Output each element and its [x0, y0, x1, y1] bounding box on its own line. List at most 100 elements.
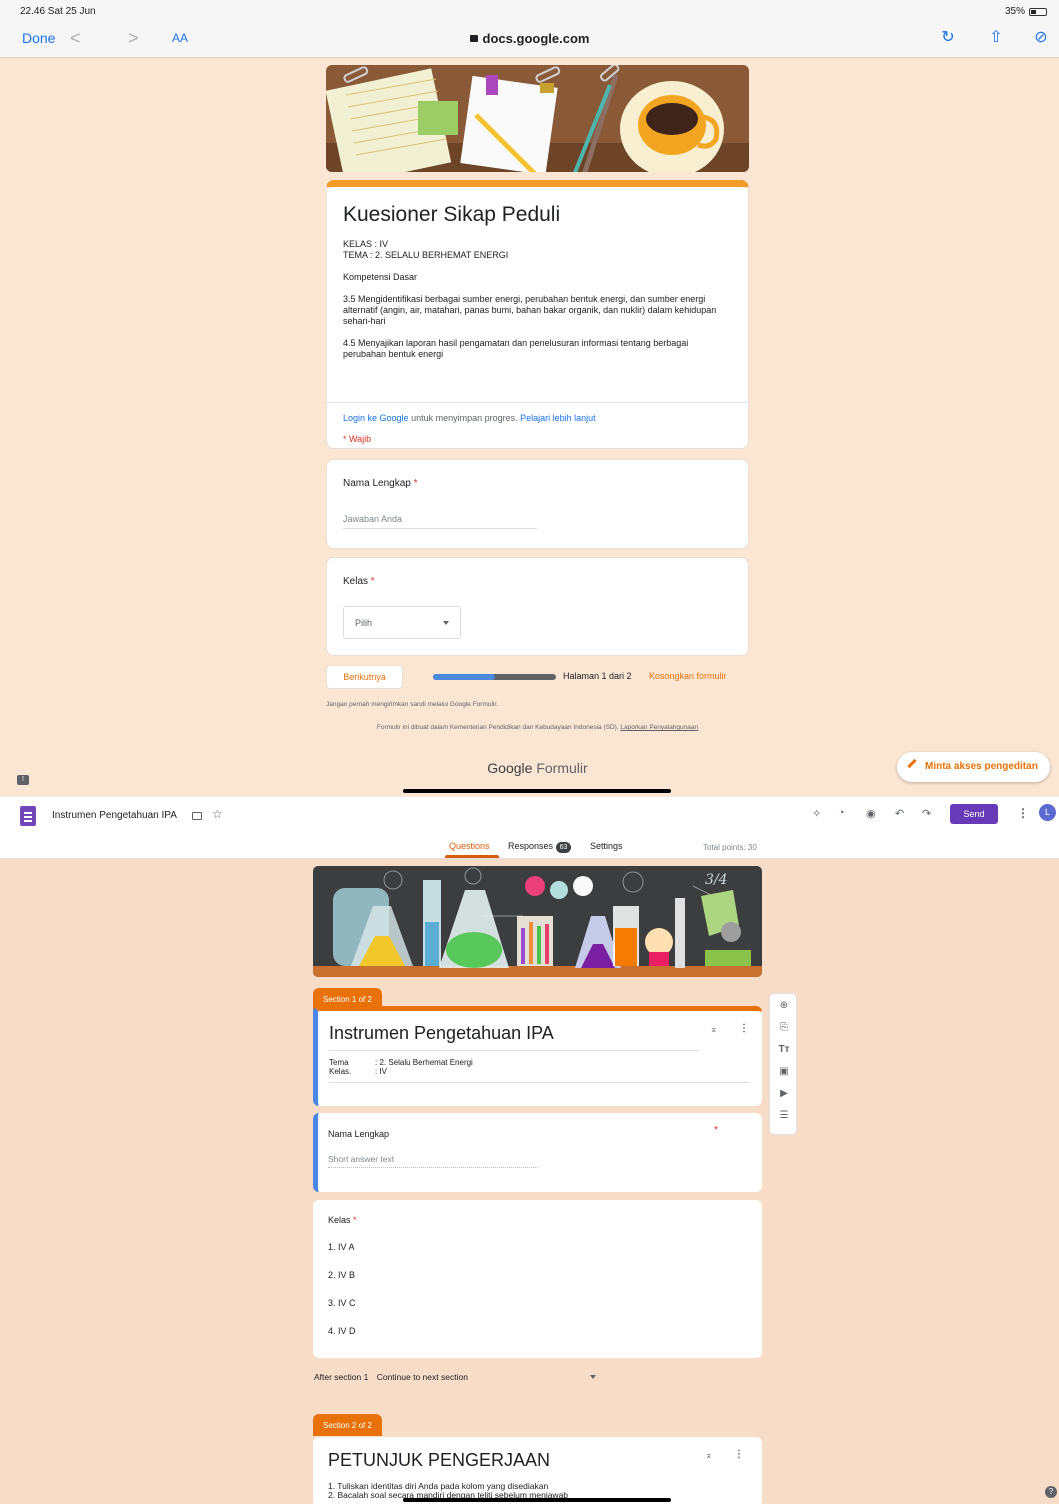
add-image-icon[interactable]: ▣	[770, 1066, 798, 1077]
required-star: *	[714, 1125, 718, 1136]
next-button[interactable]: Berikutnya	[326, 665, 403, 689]
option-item: 4. IV D	[328, 1326, 356, 1336]
form-title-card: Kuesioner Sikap Peduli KELAS : IV TEMA :…	[326, 180, 749, 449]
org-text: Formulir ini dibuat dalam Kementerian Pe…	[376, 724, 621, 731]
addons-icon[interactable]: ✧	[812, 807, 821, 820]
svg-text:3/4: 3/4	[705, 872, 728, 888]
divider	[327, 402, 748, 403]
import-questions-icon[interactable]: ⎘	[770, 1022, 798, 1033]
editor-header-image: 3/4	[313, 866, 762, 977]
report-abuse-link[interactable]: Laporkan Penyalahgunaan	[620, 724, 698, 731]
avatar[interactable]: L	[1039, 804, 1056, 821]
dropdown-arrow-icon[interactable]	[590, 1375, 596, 1379]
meta-kelas-label: Kelas.	[329, 1067, 352, 1076]
section-title-card[interactable]: Instrumen Pengetahuan IPA Tema: 2. Selal…	[313, 1006, 762, 1106]
share-icon[interactable]: ⇧	[986, 28, 1006, 48]
collapse-icon[interactable]: ⌅	[705, 1450, 713, 1461]
meta-tema-value: : 2. Selalu Berhemat Energi	[375, 1058, 473, 1067]
form-navigation: Berikutnya Halaman 1 dari 2 Kosongkan fo…	[326, 665, 749, 689]
page-indicator: Halaman 1 dari 2	[563, 671, 632, 681]
login-text: untuk menyimpan progres.	[408, 413, 521, 423]
browser-toolbar: Done < > AA docs.google.com ↻ ⇧ ⊘	[0, 22, 1059, 58]
battery-icon	[1029, 7, 1047, 16]
learn-more-link[interactable]: Pelajari lebih lanjut	[520, 413, 596, 423]
clear-form-link[interactable]: Kosongkan formulir	[649, 671, 727, 681]
tab-responses[interactable]: Responses 63	[508, 841, 572, 853]
status-bar: 22.46 Sat 25 Jun 35%	[0, 0, 1059, 22]
google-forms-logo[interactable]: Google Formulir	[326, 760, 749, 776]
after-section-dropdown[interactable]: Continue to next section	[377, 1372, 468, 1382]
feedback-icon[interactable]: !	[17, 775, 29, 785]
required-star: *	[370, 576, 375, 587]
url-text: docs.google.com	[482, 31, 590, 46]
edit-access-label: Minta akses pengeditan	[925, 761, 1038, 772]
question-card-nama: Nama Lengkap * Jawaban Anda	[326, 459, 749, 549]
reload-icon[interactable]: ↻	[938, 28, 958, 48]
question-label-text: Kelas	[343, 576, 369, 587]
pencil-icon	[907, 758, 917, 769]
option-item: 1. IV A	[328, 1242, 355, 1252]
question-card-nama[interactable]: Nama Lengkap * Short answer text	[313, 1113, 762, 1192]
question-label-text: Kelas	[328, 1215, 351, 1225]
add-section-icon[interactable]: ☰	[770, 1110, 798, 1121]
request-edit-access-button[interactable]: Minta akses pengeditan	[897, 752, 1050, 782]
nama-input[interactable]: Jawaban Anda	[343, 514, 537, 529]
active-tab-indicator	[445, 855, 499, 858]
tab-settings[interactable]: Settings	[590, 841, 623, 851]
add-video-icon[interactable]: ▶	[770, 1088, 798, 1099]
collapse-icon[interactable]: ⌅	[710, 1024, 718, 1035]
login-link[interactable]: Login ke Google	[343, 413, 409, 423]
star-icon[interactable]: ☆	[212, 807, 223, 821]
progress-bar	[433, 674, 556, 680]
folder-icon[interactable]	[192, 812, 202, 820]
dropdown-value: Pilih	[355, 618, 373, 628]
form-editor-screen: Instrumen Pengetahuan IPA ☆ ✧ ◔ ◉ ↶ ↷ Se…	[0, 797, 1059, 1504]
add-title-icon[interactable]: Tт	[770, 1044, 798, 1055]
desk-illustration	[326, 65, 749, 172]
question-card-kelas[interactable]: Kelas * 1. IV A 2. IV B 3. IV C 4. IV D	[313, 1200, 762, 1358]
undo-icon[interactable]: ↶	[895, 807, 904, 820]
palette-icon[interactable]: ◔	[838, 807, 845, 819]
send-button[interactable]: Send	[950, 804, 998, 824]
status-time: 22.46 Sat 25 Jun	[20, 6, 96, 17]
forms-logo-icon[interactable]	[20, 806, 36, 826]
short-answer-placeholder: Short answer text	[328, 1154, 538, 1168]
progress-fill	[433, 674, 495, 680]
redo-icon[interactable]: ↷	[922, 807, 931, 820]
section-description[interactable]: Tema: 2. Selalu Berhemat Energi Kelas.: …	[329, 1058, 473, 1076]
add-question-icon[interactable]: ⊕	[770, 1000, 798, 1011]
required-note: * Wajib	[343, 434, 372, 444]
form-header-image	[326, 65, 749, 172]
section-2-title[interactable]: PETUNJUK PENGERJAAN	[328, 1450, 550, 1471]
battery-percent: 35%	[1004, 6, 1025, 17]
preview-icon[interactable]: ◉	[866, 807, 876, 820]
brand-formulir: Formulir	[532, 760, 588, 776]
floating-toolbar: ⊕ ⎘ Tт ▣ ▶ ☰	[769, 993, 797, 1135]
form-description: KELAS : IV TEMA : 2. SELALU BERHEMAT ENE…	[343, 239, 717, 359]
password-warning: Jangan pernah mengirimkan sandi melalui …	[326, 701, 498, 708]
status-battery: 35%	[1005, 6, 1047, 17]
brand-google: Google	[487, 760, 533, 776]
after-section-row: After section 1 Continue to next section	[314, 1372, 596, 1382]
option-item: 3. IV C	[328, 1298, 356, 1308]
tab-questions[interactable]: Questions	[449, 841, 490, 851]
question-label: Nama Lengkap	[328, 1129, 390, 1139]
tab-responses-label: Responses	[508, 841, 554, 851]
address-bar[interactable]: docs.google.com	[0, 31, 1059, 46]
title-underline	[329, 1050, 699, 1051]
compass-icon[interactable]: ⊘	[1031, 28, 1051, 48]
question-label-text: Nama Lengkap	[343, 478, 411, 489]
form-title: Kuesioner Sikap Peduli	[343, 203, 561, 226]
section-more-icon[interactable]: ⋮	[739, 1023, 749, 1034]
question-label: Kelas *	[328, 1215, 357, 1225]
after-section-label: After section 1	[314, 1372, 369, 1382]
dropdown-arrow-icon	[443, 621, 449, 625]
kelas-dropdown[interactable]: Pilih	[343, 606, 461, 639]
document-title[interactable]: Instrumen Pengetahuan IPA	[52, 810, 177, 821]
lock-icon	[469, 35, 478, 42]
section-title[interactable]: Instrumen Pengetahuan IPA	[329, 1023, 554, 1044]
section-2-title-card[interactable]: PETUNJUK PENGERJAAN 1. Tuliskan identita…	[313, 1437, 762, 1504]
more-options-icon[interactable]: ⋮	[1017, 806, 1029, 820]
help-icon[interactable]: ?	[1045, 1486, 1057, 1498]
section-more-icon[interactable]: ⋮	[734, 1449, 744, 1460]
